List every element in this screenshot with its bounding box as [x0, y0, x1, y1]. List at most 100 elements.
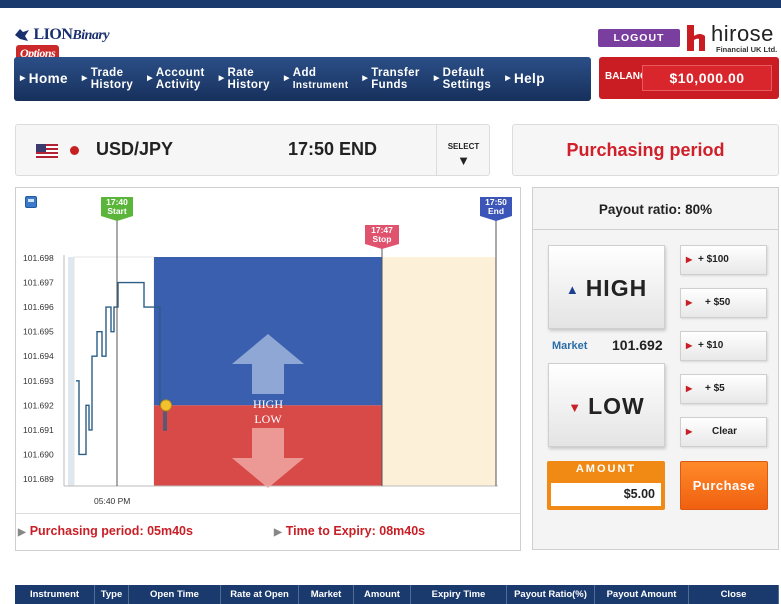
y-tick-label: 101.691 [23, 425, 54, 435]
instrument-pair: USD/JPY [96, 139, 174, 159]
nav-arrow-icon: ▶ [505, 75, 511, 82]
nav-label-line2: History [90, 79, 134, 91]
nav-item-home[interactable]: ▶ Home [20, 71, 68, 86]
hirose-h-icon [687, 25, 705, 51]
clear-label: Clear [712, 426, 738, 437]
us-flag-icon [36, 144, 58, 158]
start-sub-label: Start [107, 206, 127, 216]
logo-lion-text: LION [33, 26, 73, 43]
y-tick-label: 101.690 [23, 449, 54, 459]
instrument-bar: USD/JPY 17:50 END SELECT ▼ [15, 124, 490, 176]
nav-label-line2: Instrument [292, 79, 349, 91]
time-to-expiry-info: ▶ Time to Expiry: 08m40s [274, 524, 425, 538]
nav-item-rate[interactable]: ▶ Rate History [219, 67, 270, 91]
future-zone [382, 257, 496, 486]
add-5-button[interactable]: ▶ + $5 [680, 374, 767, 404]
nav-label-line1: Trade [90, 67, 124, 79]
nav-item-account[interactable]: ▶ Account Activity [147, 67, 205, 91]
high-zone-label: HIGH [253, 397, 283, 411]
nav-item-label: Rate History [228, 67, 270, 91]
nav-label-line1: Home [28, 71, 68, 86]
column-header-close[interactable]: Close [689, 585, 779, 604]
y-tick-label: 101.692 [23, 400, 54, 410]
add-10-button[interactable]: ▶ + $10 [680, 331, 767, 361]
nav-label-line2: Funds [371, 79, 408, 91]
end-sub-label: End [488, 206, 504, 216]
nav-label-line2: Activity [155, 79, 201, 91]
nav-label-line1: Rate [227, 67, 255, 79]
low-zone-label: LOW [254, 412, 282, 426]
lion-binary-options-logo: LIONBinaryOptions [14, 24, 154, 62]
amount-panel: AMOUNT $5.00 [547, 461, 665, 510]
instrument-end-time: 17:50 END [288, 139, 378, 159]
nav-item-trade[interactable]: ▶ Trade History [82, 67, 133, 91]
purchasing-period-info: ▶ Purchasing period: 05m40s [18, 524, 193, 538]
nav-arrow-icon: ▶ [283, 75, 290, 82]
arrow-down-icon: ▼ [568, 399, 583, 415]
arrow-up-icon: ▲ [565, 281, 580, 297]
column-header-payout-amount[interactable]: Payout Amount [595, 585, 689, 604]
nav-item-label: Home [28, 71, 68, 86]
y-tick-label: 101.698 [23, 253, 54, 263]
triangle-right-icon: ▶ [686, 427, 693, 436]
column-header-type[interactable]: Type [95, 585, 129, 604]
column-header-market[interactable]: Market [299, 585, 354, 604]
purchase-button[interactable]: Purchase [680, 461, 768, 510]
y-tick-label: 101.696 [23, 302, 54, 312]
triangle-right-icon: ▶ [18, 527, 26, 538]
chevron-down-icon: ▼ [457, 153, 470, 168]
top-border [0, 0, 781, 8]
rate-chart-panel: 101.698 101.697 101.696 101.695 101.694 101.6… [15, 187, 521, 551]
market-label: Market [552, 340, 588, 352]
column-header-payout-ratio[interactable]: Payout Ratio(%) [507, 585, 595, 604]
column-header-instrument[interactable]: Instrument [15, 585, 95, 604]
trade-panel: Payout ratio: 80% ▲ HIGH Market 101.692 ▼… [532, 187, 779, 550]
hirose-logo: hirose Financial UK Ltd. [686, 21, 778, 54]
y-tick-label: 101.694 [23, 351, 54, 361]
low-button-label: LOW [588, 393, 645, 419]
instrument-select-button[interactable]: SELECT ▼ [436, 125, 490, 175]
balance-panel: BALANCE $10,000.00 [599, 57, 779, 99]
column-header-open-time[interactable]: Open Time [129, 585, 221, 604]
nav-arrow-icon: ▶ [147, 75, 153, 82]
low-button[interactable]: ▼ LOW [548, 363, 665, 447]
y-tick-label: 101.697 [23, 278, 54, 288]
clear-button[interactable]: ▶ Clear [680, 417, 767, 447]
nav-item-default[interactable]: ▶ Default Settings [434, 67, 491, 91]
balance-value: $10,000.00 [642, 65, 772, 91]
logout-button[interactable]: LOGOUT [598, 29, 680, 47]
amount-field[interactable]: $5.00 [551, 483, 661, 506]
column-header-rate-at-open[interactable]: Rate at Open [221, 585, 299, 604]
nav-label-line1: Account [155, 67, 205, 79]
add-10-label: + $10 [698, 340, 724, 351]
payout-ratio: Payout ratio: 80% [533, 188, 778, 230]
column-header-expiry-time[interactable]: Expiry Time [411, 585, 507, 604]
y-tick-label: 101.689 [23, 474, 54, 484]
nav-item-label: Help [514, 72, 545, 86]
nav-item-add[interactable]: ▶ Add Instrument [284, 67, 348, 92]
trades-table-header: Instrument Type Open Time Rate at Open Marke… [15, 585, 779, 604]
nav-item-transfer[interactable]: ▶ Transfer Funds [362, 67, 419, 91]
nav-item-help[interactable]: ▶ Help [505, 72, 545, 86]
y-tick-label: 101.693 [23, 376, 54, 386]
nav-item-label: Add Instrument [293, 67, 349, 92]
time-info-bar: ▶ Purchasing period: 05m40s ▶ Time to Expi… [16, 513, 520, 551]
x-tick-label: 05:40 PM [94, 496, 130, 506]
broker-subtitle: Financial UK Ltd. [716, 45, 778, 54]
nav-arrow-icon: ▶ [218, 75, 225, 82]
time-to-expiry-text: Time to Expiry: 08m40s [285, 524, 426, 538]
nav-arrow-icon: ▶ [433, 75, 440, 82]
nav-label-line2: Settings [442, 79, 492, 91]
column-header-amount[interactable]: Amount [354, 585, 411, 604]
high-button[interactable]: ▲ HIGH [548, 245, 665, 329]
add-100-button[interactable]: ▶ + $100 [680, 245, 767, 275]
chart-scrollbar[interactable] [68, 257, 74, 486]
nav-label-line2: History [227, 79, 270, 91]
nav-label-line1: Default [442, 67, 485, 79]
triangle-right-icon: ▶ [686, 341, 693, 350]
purchasing-period-text: Purchasing period: 05m40s [29, 524, 193, 538]
add-50-button[interactable]: ▶ + $50 [680, 288, 767, 318]
add-100-label: + $100 [698, 254, 729, 265]
chart-settings-icon[interactable] [25, 196, 37, 208]
nav-item-label: Trade History [91, 67, 133, 91]
